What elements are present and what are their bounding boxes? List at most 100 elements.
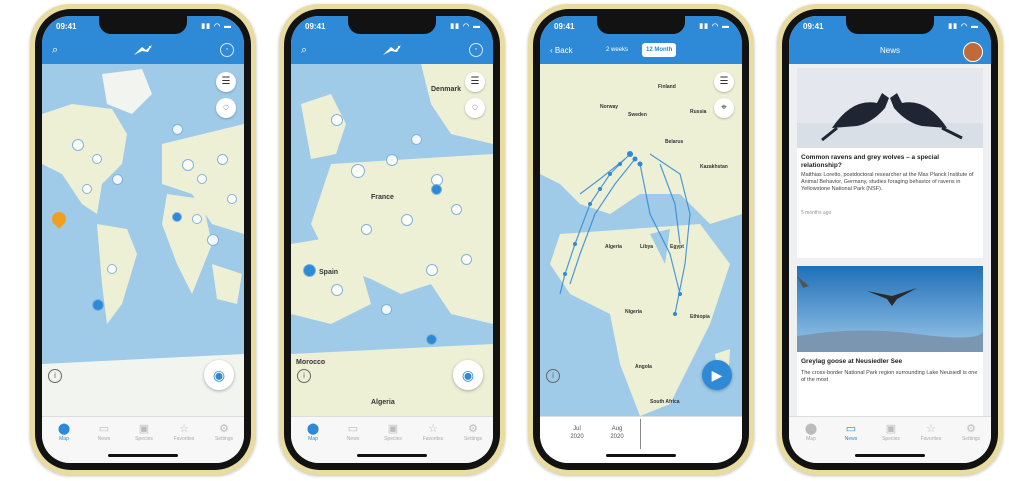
timeline-cursor[interactable] bbox=[640, 419, 641, 449]
map-cluster[interactable] bbox=[426, 264, 438, 276]
tab-news[interactable]: ▭ News bbox=[333, 422, 373, 442]
locate-me-button[interactable]: ◉ bbox=[453, 360, 483, 390]
map-cluster[interactable] bbox=[72, 139, 84, 151]
map-label: Egypt bbox=[670, 244, 684, 250]
status-time: 09:41 bbox=[803, 22, 824, 31]
phone-frame-4: 09:41 ▮▮ ◠ ▬ News Common ravens and grey… bbox=[777, 4, 1003, 475]
notch bbox=[99, 16, 187, 34]
map-cluster[interactable] bbox=[401, 214, 413, 226]
map-cluster[interactable] bbox=[82, 184, 92, 194]
species-tab-icon: ▣ bbox=[885, 423, 897, 435]
layers-button[interactable]: ☰ bbox=[465, 72, 485, 92]
map-cluster[interactable] bbox=[112, 174, 123, 185]
map-cluster[interactable] bbox=[227, 194, 237, 204]
map-label: Spain bbox=[319, 269, 339, 276]
map-cluster[interactable] bbox=[197, 174, 207, 184]
map-cluster[interactable] bbox=[107, 264, 117, 274]
search-icon[interactable]: ⌕ bbox=[52, 44, 58, 57]
phone-frame-1: 09:41 ▮▮ ◠ ▬ ⌕ ◦ ☰ ◌ i ◉ ⬤ Map ▭ News ▣ … bbox=[30, 4, 256, 475]
location-marker-icon[interactable]: ⌖ bbox=[714, 98, 734, 118]
map-cluster[interactable] bbox=[386, 154, 398, 166]
map-cluster[interactable] bbox=[451, 204, 462, 215]
locate-me-button[interactable]: ◉ bbox=[204, 360, 234, 390]
map-cluster[interactable] bbox=[192, 214, 202, 224]
map-tab-icon: ⬤ bbox=[804, 423, 818, 435]
tab-news[interactable]: ▭ News bbox=[84, 422, 124, 442]
info-icon[interactable]: i bbox=[48, 369, 62, 383]
map-cluster[interactable] bbox=[172, 124, 183, 135]
map-label: South Africa bbox=[650, 399, 680, 405]
news-feed[interactable]: Common ravens and grey wolves – a specia… bbox=[789, 64, 991, 416]
tab-news[interactable]: ▭ News bbox=[831, 422, 871, 442]
map-cluster[interactable] bbox=[461, 254, 472, 265]
tab-species[interactable]: ▣ Species bbox=[373, 422, 413, 442]
migration-map[interactable]: Finland Norway Sweden Russia Belarus Kaz… bbox=[540, 64, 742, 416]
tab-map[interactable]: ⬤ Map bbox=[293, 422, 333, 442]
map-label: Denmark bbox=[431, 86, 461, 93]
back-button[interactable]: ‹ Back bbox=[550, 46, 573, 55]
news-card[interactable]: Greylag goose at Neusiedler See The cros… bbox=[797, 266, 983, 416]
map-cluster-active[interactable] bbox=[303, 264, 316, 277]
map-cluster-active[interactable] bbox=[431, 184, 442, 195]
map-cluster[interactable] bbox=[361, 224, 372, 235]
compass-button[interactable]: ◌ bbox=[216, 98, 236, 118]
map-cluster[interactable] bbox=[217, 154, 228, 165]
stork-logo-icon bbox=[134, 45, 152, 55]
timeline-month[interactable]: Jul 2020 bbox=[562, 425, 592, 441]
map-cluster[interactable] bbox=[351, 164, 365, 178]
home-indicator bbox=[855, 454, 925, 457]
article-headline[interactable]: Greylag goose at Neusiedler See bbox=[801, 358, 979, 366]
play-button[interactable]: ▶ bbox=[702, 360, 732, 390]
tab-settings[interactable]: ⚙ Settings bbox=[951, 422, 991, 442]
compass-button[interactable]: ◌ bbox=[465, 98, 485, 118]
star-icon: ☆ bbox=[179, 423, 189, 435]
tab-map[interactable]: ⬤ Map bbox=[791, 422, 831, 442]
map-label: Sweden bbox=[628, 112, 647, 118]
layers-button[interactable]: ☰ bbox=[216, 72, 236, 92]
info-icon[interactable]: i bbox=[297, 369, 311, 383]
map-cluster[interactable] bbox=[92, 154, 102, 164]
timeline-month[interactable]: Aug 2020 bbox=[602, 425, 632, 441]
home-indicator bbox=[357, 454, 427, 457]
species-tab-icon: ▣ bbox=[138, 423, 150, 435]
tab-species[interactable]: ▣ Species bbox=[871, 422, 911, 442]
tab-settings[interactable]: ⚙ Settings bbox=[453, 422, 493, 442]
article-headline[interactable]: Common ravens and grey wolves – a specia… bbox=[801, 154, 979, 170]
status-time: 09:41 bbox=[305, 22, 326, 31]
map-cluster-active[interactable] bbox=[426, 334, 437, 345]
screen-europe-map: 09:41 ▮▮ ◠ ▬ ⌕ ◦ Denmark France Spain Mo… bbox=[291, 16, 493, 463]
map-cluster-active[interactable] bbox=[92, 299, 104, 311]
map-cluster-active[interactable] bbox=[172, 212, 182, 222]
tab-label: News bbox=[844, 436, 858, 442]
info-icon[interactable]: i bbox=[546, 369, 560, 383]
profile-icon[interactable]: ◦ bbox=[220, 43, 234, 57]
tab-settings[interactable]: ⚙ Settings bbox=[204, 422, 244, 442]
news-card[interactable]: Common ravens and grey wolves – a specia… bbox=[797, 68, 983, 258]
nav-bar: ⌕ ◦ bbox=[42, 38, 244, 64]
profile-icon[interactable]: ◦ bbox=[469, 43, 483, 57]
month-label: Jul bbox=[573, 426, 581, 432]
layers-button[interactable]: ☰ bbox=[714, 72, 734, 92]
tab-map[interactable]: ⬤ Map bbox=[44, 422, 84, 442]
map-cluster[interactable] bbox=[331, 284, 343, 296]
segment-12-month[interactable]: 12 Month bbox=[642, 43, 677, 57]
tab-favorites[interactable]: ☆ Favorites bbox=[164, 422, 204, 442]
map-cluster[interactable] bbox=[331, 114, 343, 126]
map-cluster[interactable] bbox=[182, 159, 194, 171]
map-cluster[interactable] bbox=[207, 234, 219, 246]
world-map[interactable]: ☰ ◌ i ◉ bbox=[42, 64, 244, 416]
back-label: Back bbox=[554, 46, 573, 55]
map-cluster[interactable] bbox=[411, 134, 422, 145]
notch bbox=[597, 16, 685, 34]
tab-species[interactable]: ▣ Species bbox=[124, 422, 164, 442]
avatar[interactable] bbox=[963, 42, 983, 62]
tab-favorites[interactable]: ☆ Favorites bbox=[911, 422, 951, 442]
europe-map[interactable]: Denmark France Spain Morocco Algeria ☰ ◌… bbox=[291, 64, 493, 416]
tab-label: News bbox=[346, 436, 360, 442]
tab-favorites[interactable]: ☆ Favorites bbox=[413, 422, 453, 442]
segment-2-weeks[interactable]: 2 weeks bbox=[602, 43, 632, 57]
map-cluster[interactable] bbox=[381, 304, 392, 315]
map-tab-icon: ⬤ bbox=[306, 423, 320, 435]
search-icon[interactable]: ⌕ bbox=[301, 44, 307, 57]
star-icon: ☆ bbox=[428, 423, 438, 435]
